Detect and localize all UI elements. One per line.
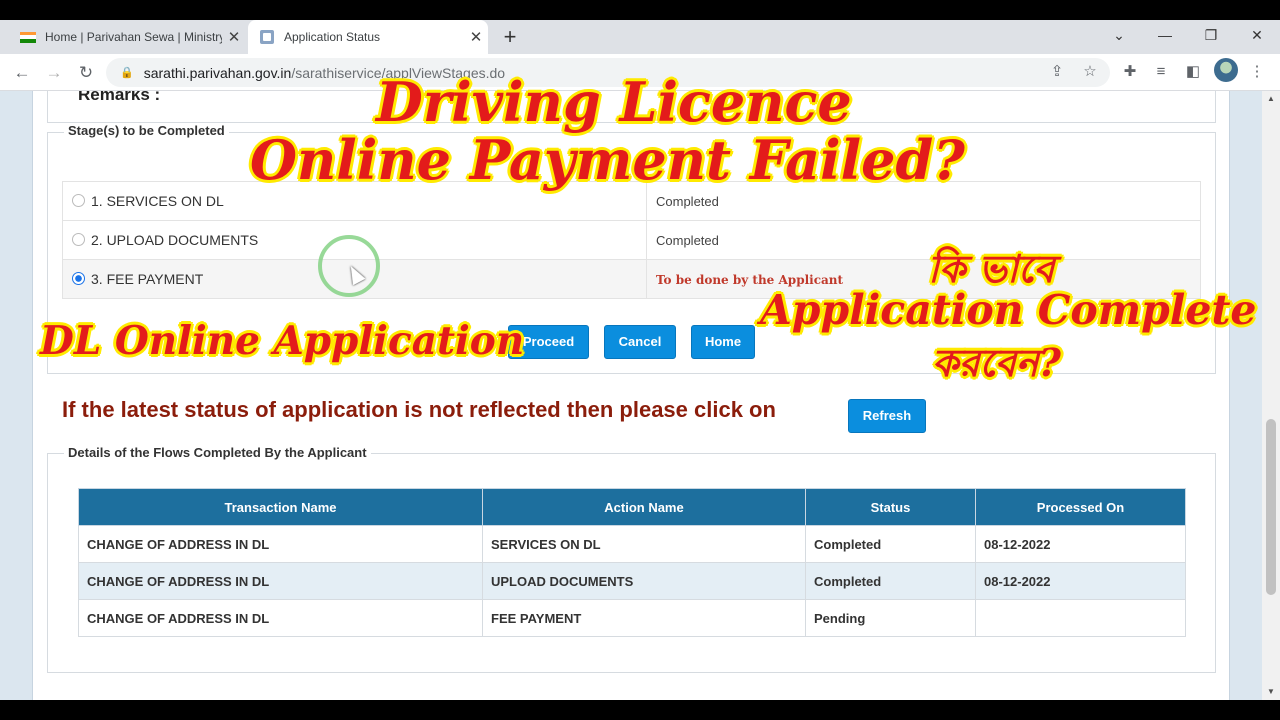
tab-title: Application Status	[284, 30, 381, 44]
stage-radio-selected[interactable]	[72, 272, 85, 285]
remarks-label: Remarks :	[78, 91, 161, 104]
minimize-button[interactable]: —	[1142, 20, 1188, 54]
vertical-scrollbar[interactable]	[1262, 91, 1280, 700]
table-cell	[975, 599, 1186, 637]
tab-search-chevron-icon[interactable]: ⌄	[1096, 20, 1142, 54]
table-cell: CHANGE OF ADDRESS IN DL	[78, 562, 483, 600]
flows-table: Transaction Name Action Name Status Proc…	[78, 488, 1186, 637]
stage-status: Completed	[646, 220, 1201, 260]
top-black-bar	[0, 0, 1280, 20]
share-icon[interactable]: ⇪	[1046, 61, 1068, 83]
stage-radio[interactable]	[72, 233, 85, 246]
extensions-puzzle-icon[interactable]: ✚	[1119, 61, 1141, 83]
table-cell: FEE PAYMENT	[482, 599, 806, 637]
stage-label: 2. UPLOAD DOCUMENTS	[91, 232, 259, 248]
stage-label: 3. FEE PAYMENT	[91, 271, 204, 287]
stage-status-pending: To be done by the Applicant	[656, 272, 844, 287]
reload-icon[interactable]: ↻	[72, 59, 100, 87]
table-cell: Pending	[805, 599, 976, 637]
forward-arrow-icon[interactable]: →	[40, 59, 68, 87]
table-row: CHANGE OF ADDRESS IN DL FEE PAYMENT Pend…	[78, 599, 1186, 637]
table-row: CHANGE OF ADDRESS IN DL SERVICES ON DL C…	[78, 525, 1186, 563]
back-arrow-icon[interactable]: ←	[8, 59, 36, 87]
close-tab-icon[interactable]: ✕	[464, 28, 488, 46]
india-flag-icon	[20, 31, 36, 43]
tab-title: Home | Parivahan Sewa | Ministry	[45, 30, 222, 44]
table-cell: CHANGE OF ADDRESS IN DL	[78, 525, 483, 563]
bookmark-star-icon[interactable]: ☆	[1079, 61, 1101, 83]
overlay-right-caption: Application Complete	[760, 286, 1257, 334]
tab-parivahan-home[interactable]: Home | Parivahan Sewa | Ministry ✕	[8, 20, 246, 54]
table-cell: CHANGE OF ADDRESS IN DL	[78, 599, 483, 637]
tab-strip: Home | Parivahan Sewa | Ministry ✕ Appli…	[0, 20, 1280, 54]
cancel-button[interactable]: Cancel	[604, 325, 676, 359]
column-header: Transaction Name	[78, 488, 483, 526]
refresh-notice-text: If the latest status of application is n…	[62, 397, 776, 422]
column-header: Processed On	[975, 488, 1186, 526]
scroll-down-arrow-icon[interactable]: ▼	[1262, 684, 1280, 700]
overlay-left-caption: DL Online Application	[40, 318, 525, 364]
column-header: Status	[805, 488, 976, 526]
side-panel-icon[interactable]: ◧	[1182, 61, 1204, 83]
table-cell: UPLOAD DOCUMENTS	[482, 562, 806, 600]
table-cell: 08-12-2022	[975, 525, 1186, 563]
overlay-headline-2: Online Payment Failed?	[250, 128, 965, 192]
profile-avatar[interactable]	[1214, 58, 1238, 82]
bottom-black-bar	[0, 700, 1280, 720]
table-cell: Completed	[805, 562, 976, 600]
overlay-headline-1: Driving Licence	[376, 70, 852, 134]
page-favicon-icon	[260, 30, 274, 44]
table-row: CHANGE OF ADDRESS IN DL UPLOAD DOCUMENTS…	[78, 562, 1186, 600]
stage-label: 1. SERVICES ON DL	[91, 193, 224, 209]
refresh-button[interactable]: Refresh	[848, 399, 926, 433]
home-button[interactable]: Home	[691, 325, 755, 359]
tab-application-status[interactable]: Application Status ✕	[248, 20, 488, 54]
new-tab-button[interactable]: +	[498, 23, 522, 51]
table-cell: 08-12-2022	[975, 562, 1186, 600]
scroll-up-arrow-icon[interactable]: ▲	[1262, 91, 1280, 107]
stages-legend: Stage(s) to be Completed	[64, 123, 229, 138]
url-host: sarathi.parivahan.gov.in	[143, 64, 292, 81]
lock-icon: 🔒	[120, 67, 134, 79]
close-tab-icon[interactable]: ✕	[222, 28, 246, 46]
column-header: Action Name	[482, 488, 806, 526]
stage-radio[interactable]	[72, 194, 85, 207]
table-cell: Completed	[805, 525, 976, 563]
menu-kebab-icon[interactable]: ⋮	[1246, 61, 1268, 83]
media-control-icon[interactable]: ≡	[1150, 61, 1172, 83]
close-window-button[interactable]: ✕	[1234, 20, 1280, 54]
scrollbar-thumb[interactable]	[1266, 419, 1276, 595]
flows-legend: Details of the Flows Completed By the Ap…	[64, 445, 371, 460]
table-cell: SERVICES ON DL	[482, 525, 806, 563]
overlay-bengali-bottom: করবেন?	[932, 340, 1061, 385]
table-header-row: Transaction Name Action Name Status Proc…	[78, 488, 1186, 526]
restore-button[interactable]: ❐	[1188, 20, 1234, 54]
